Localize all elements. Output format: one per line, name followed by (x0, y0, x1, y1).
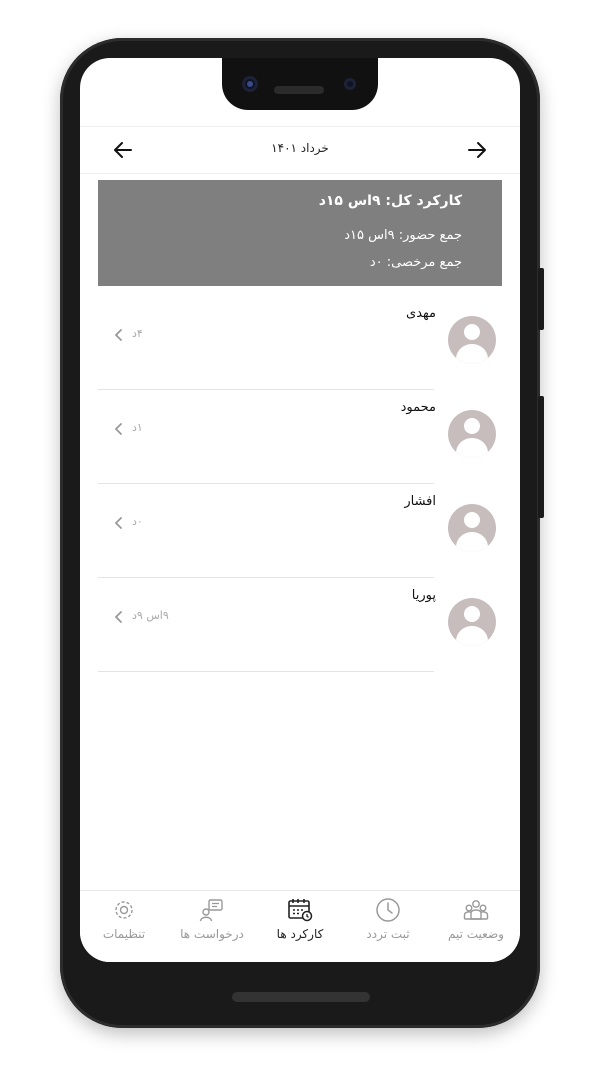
chevron-left-icon (114, 423, 122, 435)
member-row[interactable]: افشار ۰د (80, 484, 520, 578)
home-indicator (232, 992, 370, 1002)
work-summary-card: کارکرد کل: ۹اس ۱۵د جمع حضور: ۹اس ۱۵د جمع… (98, 180, 502, 286)
row-divider (98, 671, 434, 672)
chevron-left-icon (114, 611, 122, 623)
member-name: محمود (400, 400, 436, 415)
settings-icon (115, 901, 133, 919)
member-hours: ۴د (132, 327, 143, 340)
phone-side-button (538, 268, 544, 330)
member-row[interactable]: مهدی ۴د (80, 296, 520, 390)
avatar-icon (448, 410, 496, 458)
tab-attendance[interactable]: ثبت تردد (344, 891, 432, 962)
total-presence-label: جمع حضور: ۹اس ۱۵د (344, 228, 462, 243)
total-leave-label: جمع مرخصی: ۰د (369, 255, 462, 270)
tab-label: کارکرد ها (276, 927, 324, 941)
team-icon (463, 900, 489, 920)
phone-volume-button (538, 396, 544, 518)
member-row[interactable]: پوریا ۹اس ۹د (80, 578, 520, 672)
tab-label: درخواست ها (180, 927, 244, 941)
member-hours: ۰د (132, 515, 143, 528)
front-camera-icon (242, 76, 258, 92)
member-row[interactable]: محمود ۱د (80, 390, 520, 484)
earpiece-speaker (274, 86, 324, 94)
month-header: خرداد ۱۴۰۱ (80, 126, 520, 174)
member-name: افشار (404, 494, 436, 509)
chevron-left-icon (114, 517, 122, 529)
tab-label: ثبت تردد (366, 927, 410, 941)
tab-requests[interactable]: درخواست ها (168, 891, 256, 962)
avatar-icon (448, 598, 496, 646)
tab-label: تنظیمات (102, 927, 146, 941)
chevron-left-icon (114, 329, 122, 341)
avatar-icon (448, 504, 496, 552)
member-hours: ۱د (132, 421, 143, 434)
total-work-label: کارکرد کل: ۹اس ۱۵د (318, 193, 462, 209)
tab-label: وضعیت تیم (448, 927, 504, 941)
tab-settings[interactable]: تنظیمات (80, 891, 168, 962)
calendar-icon (288, 899, 313, 922)
sensor-icon (344, 78, 356, 90)
tab-workreports[interactable]: کارکرد ها (256, 891, 344, 962)
avatar-icon (448, 316, 496, 364)
member-name: پوریا (411, 588, 436, 603)
member-hours: ۹اس ۹د (132, 609, 169, 622)
member-name: مهدی (406, 306, 436, 321)
app-screen: خرداد ۱۴۰۱ کارکرد کل: ۹اس ۱۵د جمع حضور: … (80, 58, 520, 962)
month-title: خرداد ۱۴۰۱ (271, 141, 329, 155)
clock-icon (376, 898, 400, 922)
request-icon (199, 899, 223, 922)
bottom-tab-bar: تنظیمات درخواست ها کارکرد ها ثبت تردد وض… (80, 890, 520, 962)
tab-team-status[interactable]: وضعیت تیم (432, 891, 520, 962)
phone-notch (222, 58, 378, 110)
forward-arrow-icon[interactable] (464, 137, 490, 163)
